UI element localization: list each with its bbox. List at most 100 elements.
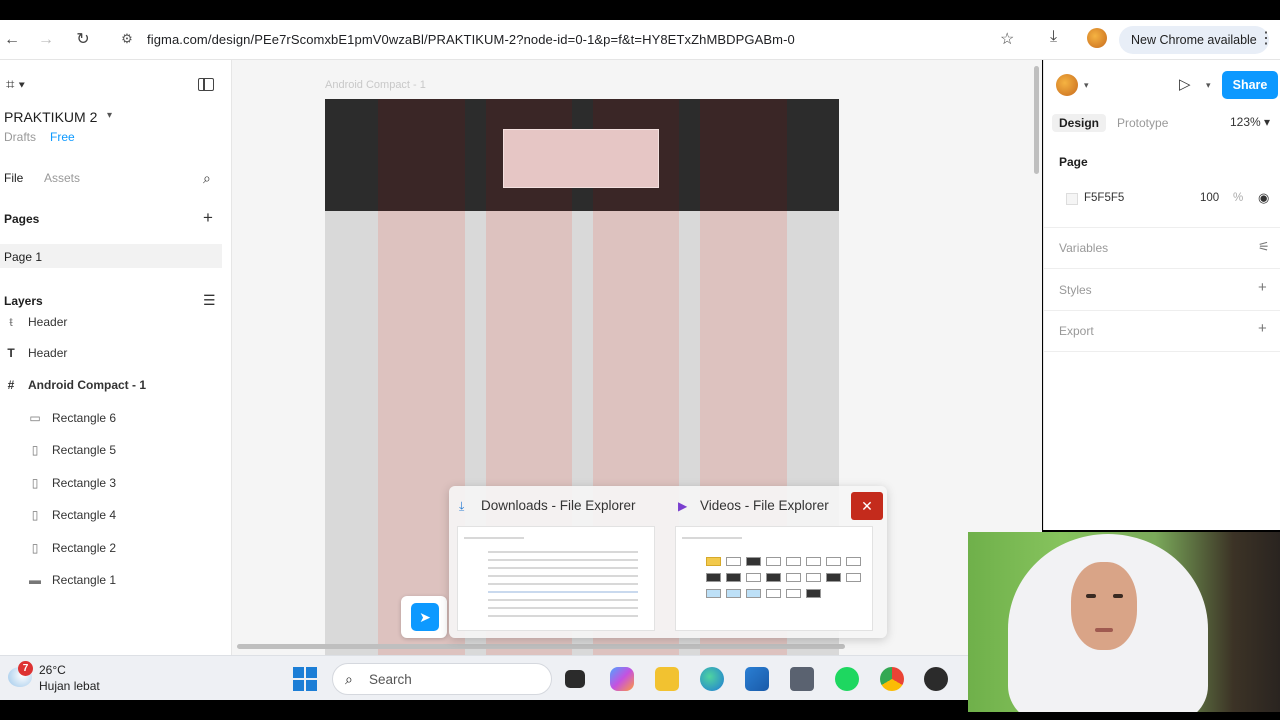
- address-bar[interactable]: figma.com/design/PEe7rScomxbE1pmV0wzaBl/…: [147, 32, 795, 47]
- chrome-update-button[interactable]: New Chrome available: [1119, 26, 1269, 54]
- background-hex-input[interactable]: F5F5F5: [1084, 192, 1124, 204]
- add-export-icon[interactable]: +: [1258, 320, 1267, 337]
- preview-line: [488, 615, 638, 617]
- opacity-unit: %: [1233, 192, 1244, 204]
- move-tool-button[interactable]: ➤: [401, 596, 447, 638]
- background-color-swatch[interactable]: [1066, 193, 1078, 205]
- preview-tile: [786, 573, 801, 582]
- page-section-heading: Page: [1059, 155, 1088, 169]
- site-settings-icon[interactable]: ⚙: [118, 30, 136, 48]
- layer-name: Rectangle 4: [52, 508, 117, 522]
- search-label: Search: [369, 672, 412, 687]
- add-page-icon[interactable]: +: [203, 208, 213, 228]
- preview-tile: [786, 589, 801, 598]
- tab-design[interactable]: Design: [1052, 114, 1107, 132]
- zoom-dropdown[interactable]: 123% ▾: [1230, 115, 1270, 129]
- eye-icon[interactable]: ◉: [1258, 190, 1269, 206]
- chevron-down-icon[interactable]: ▾: [1206, 80, 1211, 91]
- styles-section[interactable]: Styles: [1059, 283, 1092, 297]
- layer-name: Header: [28, 346, 68, 360]
- forward-arrow-icon[interactable]: →: [36, 30, 56, 50]
- share-button[interactable]: Share: [1222, 71, 1278, 99]
- rectangle-icon: ▯: [31, 508, 39, 522]
- kebab-menu-icon[interactable]: ⋮: [1258, 28, 1274, 48]
- preview-tile: [766, 589, 781, 598]
- pages-heading: Pages: [4, 212, 40, 226]
- download-icon[interactable]: ⤓: [1050, 28, 1057, 46]
- grid-column-header: [700, 99, 787, 211]
- thumbnail-downloads[interactable]: ⤓ Downloads - File Explorer: [459, 498, 636, 514]
- profile-avatar[interactable]: [1087, 28, 1107, 48]
- sidebar-toggle-icon[interactable]: [198, 78, 214, 91]
- frame-label[interactable]: Android Compact - 1: [325, 79, 426, 91]
- divider: [1044, 268, 1280, 269]
- layer-name: Rectangle 1: [52, 573, 117, 587]
- rectangle-icon: ▭: [29, 411, 41, 425]
- weather-temperature[interactable]: 26°C: [39, 663, 66, 677]
- reload-icon[interactable]: ↻: [73, 30, 93, 50]
- copilot-icon[interactable]: [610, 667, 634, 691]
- rectangle-icon: ▯: [31, 443, 39, 457]
- vertical-scrollbar[interactable]: [1034, 66, 1039, 174]
- figma-app-icon[interactable]: [924, 667, 948, 691]
- horizontal-scrollbar[interactable]: [237, 644, 845, 649]
- thumbnail-videos[interactable]: ▶ Videos - File Explorer: [678, 498, 829, 513]
- header-rectangle[interactable]: [503, 129, 659, 188]
- tab-prototype[interactable]: Prototype: [1117, 116, 1168, 130]
- videos-preview[interactable]: [675, 526, 873, 631]
- add-style-icon[interactable]: +: [1258, 279, 1267, 296]
- preview-tile: [806, 589, 821, 598]
- windows-start-icon[interactable]: [293, 667, 317, 691]
- preview-line: [488, 591, 638, 593]
- layer-name: Rectangle 5: [52, 443, 117, 457]
- search-icon[interactable]: ⌕: [203, 170, 211, 187]
- rectangle-icon: ▯: [31, 476, 39, 490]
- rectangle-icon: ▬: [29, 573, 41, 587]
- page-item-1[interactable]: Page 1: [0, 244, 222, 268]
- downloads-preview[interactable]: [457, 526, 655, 631]
- divider: [1044, 227, 1280, 228]
- download-icon: ⤓: [459, 499, 465, 513]
- tab-file[interactable]: File: [4, 171, 23, 185]
- chevron-down-icon[interactable]: ▾: [1084, 80, 1089, 91]
- taskbar-thumbnail-popup: ⤓ Downloads - File Explorer ▶ Videos - Fil…: [449, 486, 887, 638]
- spotify-icon[interactable]: [835, 667, 859, 691]
- file-name[interactable]: PRAKTIKUM 2: [4, 109, 97, 125]
- variables-settings-icon[interactable]: ⚟: [1258, 239, 1270, 255]
- present-play-icon[interactable]: ▷: [1179, 75, 1191, 93]
- edge-browser-icon[interactable]: [700, 667, 724, 691]
- user-avatar[interactable]: [1056, 74, 1078, 96]
- window-title: Videos - File Explorer: [700, 498, 829, 513]
- divider: [1044, 351, 1280, 352]
- drafts-link[interactable]: Drafts: [4, 130, 36, 144]
- background-opacity-input[interactable]: 100: [1200, 192, 1219, 204]
- chrome-icon[interactable]: [880, 667, 904, 691]
- page-item-label: Page 1: [4, 250, 43, 264]
- layers-list-icon[interactable]: ☰: [203, 292, 216, 309]
- layer-name: Android Compact - 1: [28, 378, 147, 392]
- video-icon: ▶: [678, 499, 688, 513]
- camera-icon[interactable]: [790, 667, 814, 691]
- preview-tile: [806, 573, 821, 582]
- weather-description[interactable]: Hujan lebat: [39, 679, 100, 693]
- plan-badge[interactable]: Free: [50, 130, 75, 144]
- tab-assets[interactable]: Assets: [44, 171, 80, 185]
- preview-tile: [766, 557, 781, 566]
- taskbar-search[interactable]: ⌕ Search: [332, 663, 552, 695]
- back-arrow-icon[interactable]: ←: [2, 30, 22, 50]
- figma-menu-icon[interactable]: ⌗ ▾: [6, 76, 25, 93]
- microsoft-store-icon[interactable]: [745, 667, 769, 691]
- variables-section[interactable]: Variables: [1059, 241, 1108, 255]
- search-icon: ⌕: [345, 671, 353, 687]
- task-view-icon[interactable]: [565, 670, 585, 688]
- right-sidebar: ▾ ▷ ▾ Share Design Prototype 123% ▾ Page…: [1043, 60, 1280, 530]
- file-explorer-icon[interactable]: [655, 667, 679, 691]
- bookmark-star-icon[interactable]: ☆: [1000, 29, 1014, 49]
- export-section[interactable]: Export: [1059, 324, 1094, 338]
- preview-line: [488, 583, 638, 585]
- person-eye: [1113, 594, 1123, 598]
- layers-heading: Layers: [4, 294, 43, 308]
- preview-line: [488, 559, 638, 561]
- close-window-button[interactable]: ✕: [851, 492, 883, 520]
- chevron-down-icon[interactable]: ▾: [107, 110, 112, 121]
